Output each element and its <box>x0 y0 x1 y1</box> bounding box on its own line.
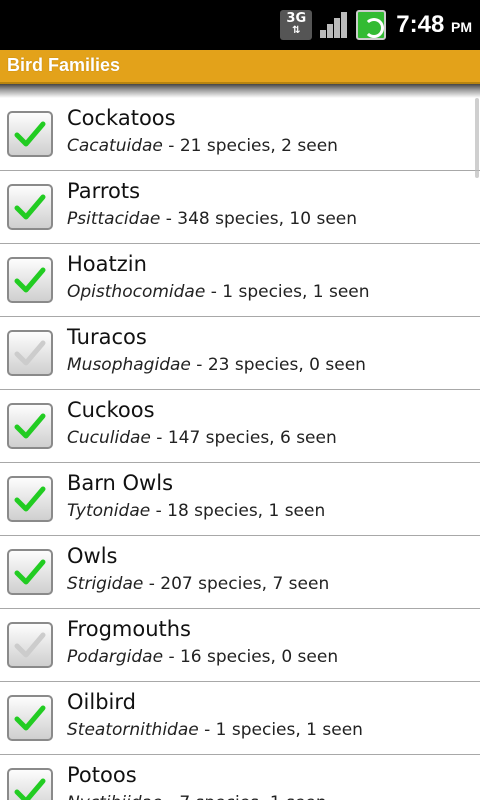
checkmark-icon <box>14 486 46 512</box>
checkbox[interactable] <box>7 257 53 303</box>
latin-name: Cacatuidae <box>67 136 163 156</box>
list-item[interactable]: Barn Owls Tytonidae - 18 species, 1 seen <box>0 463 480 536</box>
status-bar: 3G ⇅ 7:48 PM <box>0 0 480 50</box>
family-name: Cuckoos <box>67 398 155 422</box>
latin-name: Podargidae <box>67 647 164 667</box>
checkmark-icon <box>14 267 46 293</box>
list-item[interactable]: Cuckoos Cuculidae - 147 species, 6 seen <box>0 390 480 463</box>
latin-name: Cuculidae <box>67 428 151 448</box>
species-count: - 1 species, 1 seen <box>198 720 363 740</box>
latin-name: Steatornithidae <box>67 720 199 740</box>
checkmark-icon <box>14 559 46 585</box>
family-name: Frogmouths <box>67 617 192 641</box>
species-count: - 23 species, 0 seen <box>190 355 366 375</box>
checkmark-icon <box>14 705 46 731</box>
checkbox[interactable] <box>7 330 53 376</box>
species-count: - 348 species, 10 seen <box>160 209 358 229</box>
list-item[interactable]: Cockatoos Cacatuidae - 21 species, 2 seen <box>0 98 480 171</box>
list-item[interactable]: Turacos Musophagidae - 23 species, 0 seen <box>0 317 480 390</box>
clock: 7:48 PM <box>396 11 472 38</box>
checkmark-icon <box>14 632 46 658</box>
latin-name: Psittacidae <box>67 209 161 229</box>
family-name: Barn Owls <box>67 471 174 495</box>
title-shadow <box>0 84 480 98</box>
list-item[interactable]: Potoos Nyctibiidae - 7 species, 1 seen <box>0 755 480 800</box>
family-list[interactable]: Cockatoos Cacatuidae - 21 species, 2 seen… <box>0 98 480 800</box>
checkbox[interactable] <box>7 184 53 230</box>
family-name: Potoos <box>67 763 137 787</box>
network-3g-icon: 3G ⇅ <box>280 10 313 40</box>
family-subtitle: Nyctibiidae - 7 species, 1 seen <box>67 793 327 800</box>
family-subtitle: Musophagidae - 23 species, 0 seen <box>67 355 366 375</box>
battery-charging-icon <box>356 10 387 40</box>
list-item[interactable]: Parrots Psittacidae - 348 species, 10 see… <box>0 171 480 244</box>
species-count: - 1 species, 1 seen <box>205 282 370 302</box>
list-item[interactable]: Frogmouths Podargidae - 16 species, 0 see… <box>0 609 480 682</box>
family-subtitle: Cuculidae - 147 species, 6 seen <box>67 428 337 448</box>
family-subtitle: Strigidae - 207 species, 7 seen <box>67 574 329 594</box>
checkbox[interactable] <box>7 622 53 668</box>
list-item[interactable]: Hoatzin Opisthocomidae - 1 species, 1 see… <box>0 244 480 317</box>
family-name: Hoatzin <box>67 252 147 276</box>
list-item[interactable]: Oilbird Steatornithidae - 1 species, 1 se… <box>0 682 480 755</box>
latin-name: Musophagidae <box>67 355 191 375</box>
family-subtitle: Tytonidae - 18 species, 1 seen <box>67 501 325 521</box>
species-count: - 147 species, 6 seen <box>150 428 337 448</box>
family-name: Parrots <box>67 179 141 203</box>
family-subtitle: Steatornithidae - 1 species, 1 seen <box>67 720 363 740</box>
family-subtitle: Psittacidae - 348 species, 10 seen <box>67 209 357 229</box>
checkbox[interactable] <box>7 695 53 741</box>
latin-name: Nyctibiidae <box>67 793 162 800</box>
species-count: - 7 species, 1 seen <box>162 793 327 800</box>
family-name: Cockatoos <box>67 106 176 130</box>
species-count: - 16 species, 0 seen <box>163 647 339 667</box>
species-count: - 207 species, 7 seen <box>143 574 330 594</box>
checkbox[interactable] <box>7 403 53 449</box>
family-name: Owls <box>67 544 118 568</box>
checkbox[interactable] <box>7 549 53 595</box>
app-title: Bird Families <box>7 55 121 75</box>
latin-name: Opisthocomidae <box>67 282 206 302</box>
family-subtitle: Opisthocomidae - 1 species, 1 seen <box>67 282 370 302</box>
checkmark-icon <box>14 340 46 366</box>
checkmark-icon <box>14 413 46 439</box>
latin-name: Tytonidae <box>67 501 151 521</box>
family-subtitle: Podargidae - 16 species, 0 seen <box>67 647 338 667</box>
list-item[interactable]: Owls Strigidae - 207 species, 7 seen <box>0 536 480 609</box>
signal-strength-icon <box>318 10 350 40</box>
checkmark-icon <box>14 194 46 220</box>
checkbox[interactable] <box>7 476 53 522</box>
checkbox[interactable] <box>7 768 53 800</box>
family-name: Oilbird <box>67 690 136 714</box>
family-name: Turacos <box>67 325 147 349</box>
app-title-bar: Bird Families <box>0 50 480 84</box>
scrollbar[interactable] <box>475 98 479 178</box>
species-count: - 21 species, 2 seen <box>162 136 338 156</box>
checkbox[interactable] <box>7 111 53 157</box>
species-count: - 18 species, 1 seen <box>150 501 326 521</box>
latin-name: Strigidae <box>67 574 144 594</box>
checkmark-icon <box>14 778 46 800</box>
family-subtitle: Cacatuidae - 21 species, 2 seen <box>67 136 338 156</box>
checkmark-icon <box>14 121 46 147</box>
